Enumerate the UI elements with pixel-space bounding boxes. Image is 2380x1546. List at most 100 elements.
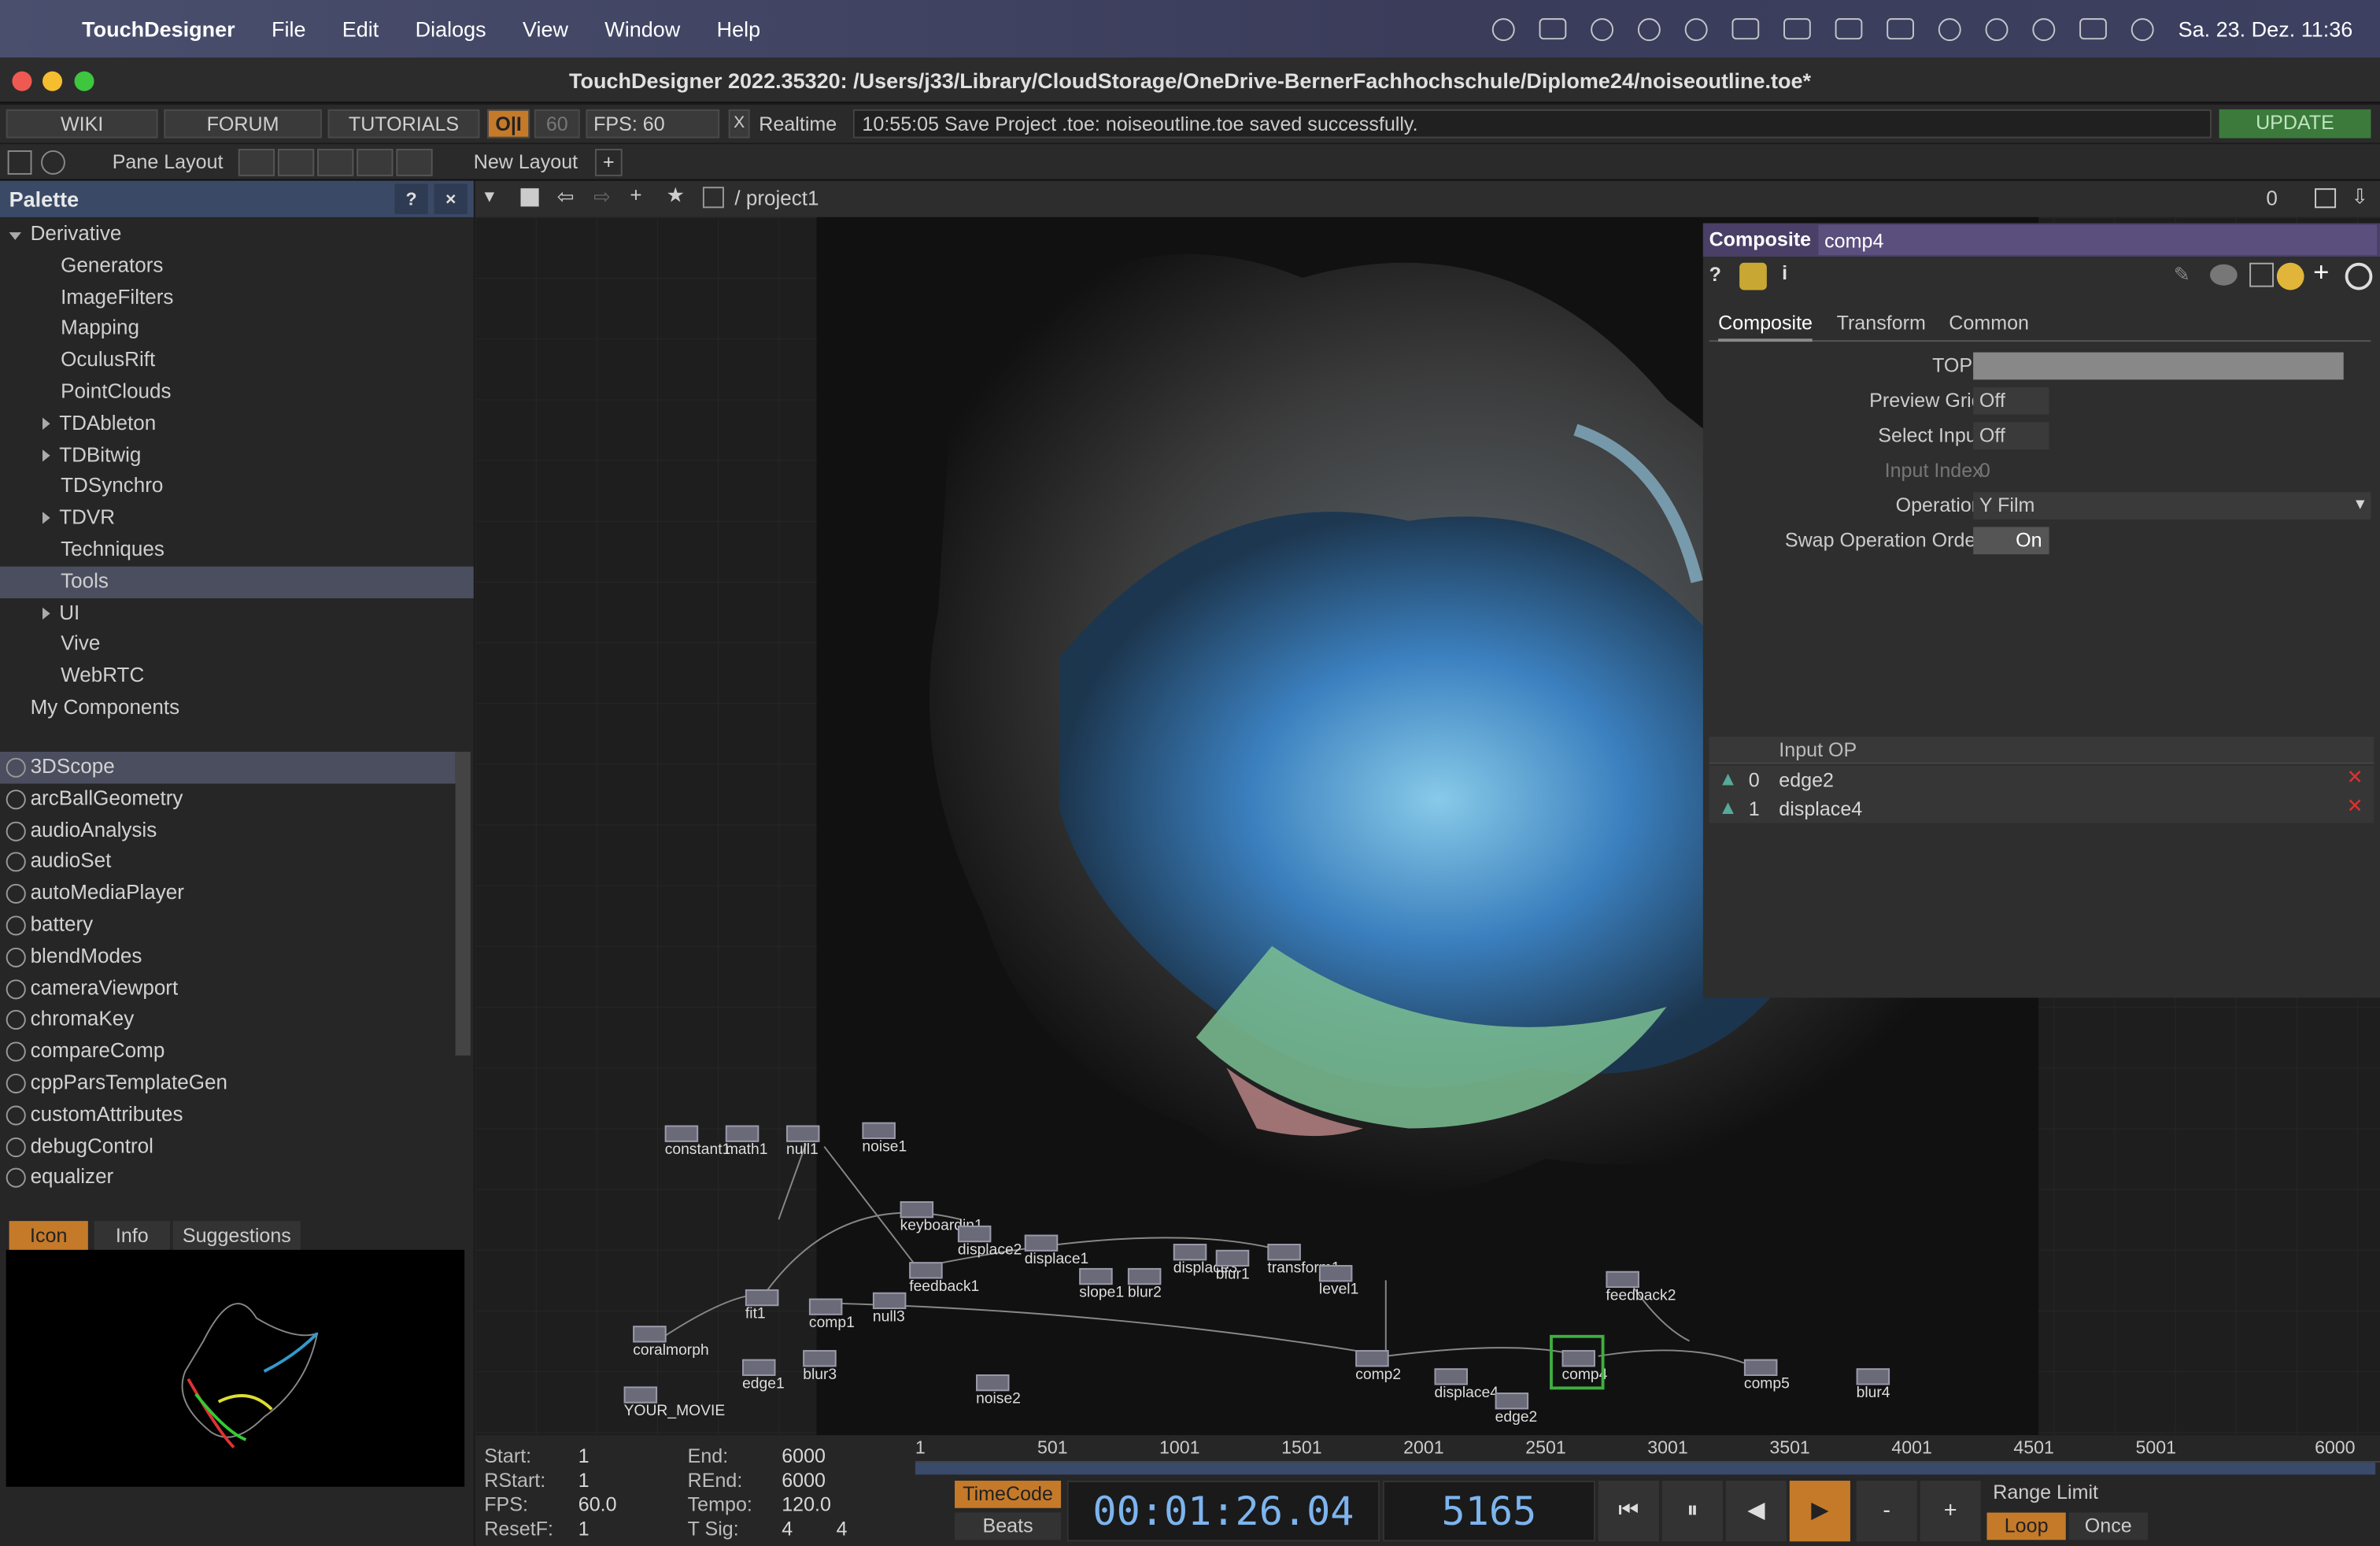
node-tile[interactable]: [976, 1374, 1010, 1392]
node-tile[interactable]: [1173, 1244, 1207, 1261]
user-icon[interactable]: [1938, 17, 1961, 41]
forward-icon[interactable]: ⇨: [593, 185, 611, 209]
menu-clock[interactable]: Sa. 23. Dez. 11:36: [2179, 17, 2353, 41]
network-node[interactable]: feedback2: [1606, 1270, 1676, 1304]
node-tile[interactable]: [1215, 1249, 1250, 1267]
tsig-numerator[interactable]: 4: [782, 1517, 793, 1540]
menu-dialogs[interactable]: Dialogs: [416, 17, 486, 41]
rstart-value[interactable]: 1: [578, 1469, 589, 1492]
network-path[interactable]: / project1: [734, 187, 819, 209]
palette-folder-oculusrift[interactable]: OculusRift: [0, 345, 474, 376]
chevron-right-icon[interactable]: [42, 417, 50, 430]
wifi-icon[interactable]: [1887, 18, 1915, 40]
node-tile[interactable]: [909, 1262, 943, 1279]
node-tile[interactable]: [957, 1225, 992, 1243]
warning-cloud-icon[interactable]: [1491, 17, 1515, 41]
node-tile[interactable]: [1495, 1393, 1529, 1410]
palette-folder-vive[interactable]: Vive: [0, 629, 474, 660]
network-node[interactable]: comp5: [1743, 1359, 1790, 1393]
input-name[interactable]: displace4: [1779, 797, 1862, 820]
node-tile[interactable]: [742, 1359, 776, 1376]
add-param-icon[interactable]: +: [2313, 257, 2329, 289]
palette-folder-tdbitwig[interactable]: TDBitwig: [0, 440, 474, 472]
update-button[interactable]: UPDATE: [2219, 109, 2371, 139]
maximize-icon[interactable]: [2315, 188, 2337, 209]
go-to-start-button[interactable]: ⏮: [1598, 1481, 1659, 1542]
preview-grid-toggle[interactable]: Off: [1973, 386, 2049, 415]
start-value[interactable]: 1: [578, 1444, 589, 1467]
network-node[interactable]: feedback1: [909, 1262, 979, 1296]
palette-folder-generators[interactable]: Generators: [0, 250, 474, 282]
menu-view[interactable]: View: [523, 17, 568, 41]
help-icon[interactable]: ?: [1709, 263, 1721, 286]
node-tile[interactable]: [633, 1326, 667, 1343]
network-node[interactable]: noise2: [976, 1374, 1021, 1407]
network-node[interactable]: edge2: [1495, 1393, 1537, 1426]
operation-dropdown[interactable]: Y Film: [1973, 492, 2371, 520]
node-tile[interactable]: [862, 1122, 896, 1139]
palette-folder-tdsynchro[interactable]: TDSynchro: [0, 472, 474, 503]
network-node[interactable]: comp1: [808, 1298, 855, 1332]
info-icon[interactable]: i: [1782, 261, 1787, 284]
network-node[interactable]: null1: [785, 1125, 820, 1159]
back-icon[interactable]: ⇦: [557, 185, 575, 209]
arrow-up-icon[interactable]: ▲: [1718, 796, 1738, 819]
node-tile[interactable]: [785, 1125, 820, 1142]
component-item[interactable]: customAttributes: [0, 1099, 456, 1130]
component-item[interactable]: chromaKey: [0, 1004, 456, 1036]
node-tile[interactable]: [1267, 1244, 1301, 1261]
download-icon[interactable]: ⇩: [2351, 185, 2368, 209]
node-tile[interactable]: [803, 1350, 837, 1367]
realtime-checkbox[interactable]: X: [728, 109, 750, 139]
chevron-down-icon[interactable]: [9, 232, 21, 240]
network-node[interactable]: comp2: [1355, 1350, 1401, 1384]
tab-suggestions[interactable]: Suggestions: [172, 1221, 301, 1252]
op-name-field[interactable]: comp4: [1818, 224, 2378, 256]
step-back-button[interactable]: -: [1856, 1481, 1917, 1542]
end-value[interactable]: 6000: [782, 1444, 826, 1467]
arrow-up-icon[interactable]: ▲: [1718, 767, 1738, 790]
component-item[interactable]: equalizer: [0, 1163, 456, 1194]
tab-composite[interactable]: Composite: [1718, 312, 1813, 342]
oi-toggle[interactable]: O|I: [487, 109, 530, 139]
siri-icon[interactable]: [2131, 17, 2154, 41]
add-layout-button[interactable]: +: [594, 149, 623, 176]
node-tile[interactable]: [1434, 1368, 1468, 1385]
add-icon[interactable]: +: [630, 183, 641, 206]
palette-folder-tools[interactable]: Tools: [0, 566, 474, 598]
node-tile[interactable]: [1856, 1368, 1890, 1385]
network-node[interactable]: blur4: [1856, 1368, 1890, 1402]
tab-transform[interactable]: Transform: [1837, 312, 1926, 335]
component-item[interactable]: 3DScope: [0, 751, 456, 784]
tab-common[interactable]: Common: [1949, 312, 2029, 335]
forum-button[interactable]: FORUM: [164, 109, 322, 139]
node-tile[interactable]: [623, 1386, 658, 1404]
fps-value[interactable]: 60.0: [578, 1492, 617, 1515]
network-node[interactable]: constant1: [664, 1125, 730, 1159]
battery-icon[interactable]: [1835, 18, 1863, 40]
network-node[interactable]: level1: [1318, 1265, 1358, 1299]
node-tile[interactable]: [725, 1125, 759, 1142]
palette-folder-webrtc[interactable]: WebRTC: [0, 661, 474, 693]
network-node[interactable]: slope1: [1079, 1267, 1124, 1301]
tab-icon[interactable]: Icon: [9, 1221, 88, 1252]
input-row[interactable]: ▲ 0 edge2 ✕: [1709, 765, 2374, 795]
airdrop-icon[interactable]: [1539, 18, 1567, 40]
network-node[interactable]: displace1: [1024, 1234, 1088, 1268]
component-item[interactable]: battery: [0, 910, 456, 941]
tutorials-button[interactable]: TUTORIALS: [327, 109, 480, 139]
comment-icon[interactable]: [2209, 264, 2238, 286]
network-node[interactable]: displace4: [1434, 1368, 1499, 1402]
node-tile[interactable]: [664, 1125, 699, 1142]
network-node[interactable]: YOUR_MOVIE: [623, 1386, 725, 1420]
once-button[interactable]: Once: [2068, 1512, 2148, 1540]
network-node[interactable]: noise1: [862, 1122, 907, 1156]
node-tile[interactable]: [1743, 1359, 1778, 1376]
network-node[interactable]: null3: [872, 1292, 907, 1326]
component-item[interactable]: audioAnalysis: [0, 815, 456, 846]
input-index-slider[interactable]: 0: [1973, 457, 2064, 485]
node-tile[interactable]: [900, 1201, 934, 1219]
component-item[interactable]: arcBallGeometry: [0, 783, 456, 815]
node-tile[interactable]: [1079, 1267, 1113, 1285]
timecode-button[interactable]: TimeCode: [955, 1481, 1062, 1508]
